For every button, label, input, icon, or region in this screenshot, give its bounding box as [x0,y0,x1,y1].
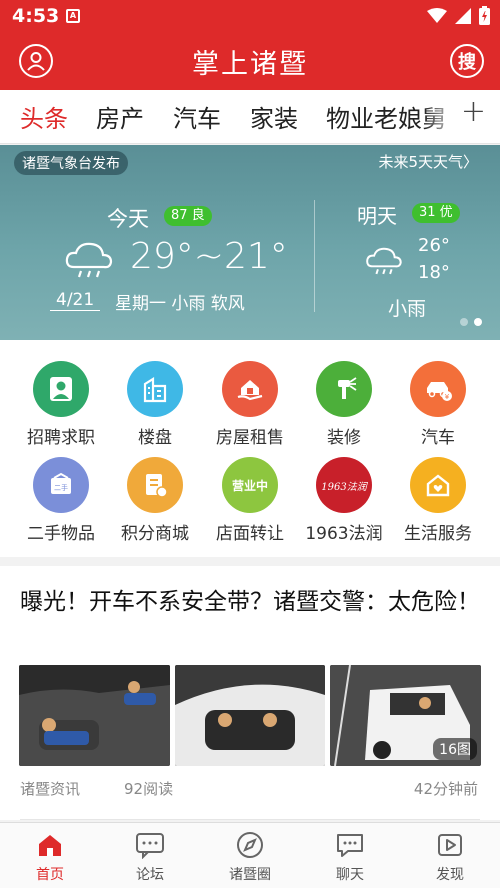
building-icon [127,361,183,417]
nav-label: 聊天 [336,867,364,883]
app-title: 掌上诸暨 [192,49,308,80]
signal-icon [455,7,471,24]
person-badge-icon [33,361,89,417]
app-bar: 掌上诸暨 搜 [0,32,500,90]
home-icon [10,829,90,861]
five-day-forecast-link[interactable]: 未来5天天气〉 [378,151,478,172]
service-store-transfer[interactable]: 营业中 店面转让 [202,457,298,544]
svg-text:二手: 二手 [54,483,68,492]
home-heart-icon [410,457,466,513]
house-hand-icon [222,361,278,417]
tomorrow-low-temp: 18° [418,262,450,283]
chat-icon [310,829,390,861]
play-discover-icon [410,829,490,861]
service-label: 1963法润 [305,524,383,544]
tomorrow-aqi-badge: 31 优 [412,203,460,223]
nav-discover[interactable]: 发现 [410,829,490,884]
service-label: 生活服务 [404,524,472,544]
battery-icon [479,6,490,25]
tomorrow-high-temp: 26° [418,235,450,256]
nav-label: 首页 [36,867,64,883]
falun-logo-icon: 1963法润 [316,457,372,513]
today-aqi-badge: 87 良 [164,206,212,226]
points-mall-icon [127,457,183,513]
tab-fade [424,90,460,143]
today-description: 星期一 小雨 软风 [115,294,245,314]
service-properties[interactable]: 楼盘 [107,361,203,448]
service-secondhand[interactable]: 二手 二手物品 [13,457,109,544]
today-temperature: 29°~21° [130,236,288,277]
service-label: 积分商城 [121,524,189,544]
nav-chat[interactable]: 聊天 [310,829,390,884]
secondhand-box-icon: 二手 [33,457,89,513]
tab-home-decor[interactable]: 家装 [250,99,298,134]
nav-forum[interactable]: 论坛 [110,829,190,884]
tab-real-estate[interactable]: 房产 [96,99,144,134]
car-icon: ¥ [410,361,466,417]
carousel-dot [460,318,468,326]
add-tab-button[interactable]: + [461,94,486,129]
today-date: 4/21 [50,290,101,311]
rain-cloud-icon [65,242,113,278]
nav-label: 发现 [436,867,464,883]
tomorrow-description: 小雨 [388,298,427,320]
status-icons [427,6,490,25]
weather-source-badge: 诸暨气象台发布 [14,151,128,175]
service-cars[interactable]: ¥ 汽车 [390,361,486,448]
divider [20,819,480,820]
today-label: 今天 [107,207,149,231]
weather-banner[interactable]: 诸暨气象台发布 未来5天天气〉 今天 87 良 29°~21° 4/21 星期一… [0,145,500,340]
service-1963-law[interactable]: 1963法润 1963法润 [296,457,392,544]
search-icon: 搜 [458,52,476,73]
app-notification-icon: A [66,9,80,23]
service-label: 二手物品 [27,524,95,544]
nav-label: 诸暨圈 [229,867,271,883]
tab-headlines[interactable]: 头条 [20,99,68,134]
service-label: 店面转让 [216,524,284,544]
wifi-icon [427,7,447,23]
nav-home[interactable]: 首页 [10,829,90,884]
service-label: 楼盘 [138,428,172,448]
store-open-icon: 营业中 [222,457,278,513]
nav-zhuji-circle[interactable]: 诸暨圈 [210,829,290,884]
service-label: 汽车 [421,428,455,448]
article-image-1[interactable] [19,665,170,766]
article-title[interactable]: 曝光！开车不系安全带？诸暨交警：太危险！ [20,580,480,624]
category-tabs: 头条 房产 汽车 家装 物业老娘舅 + [0,90,500,144]
service-label: 装修 [327,428,361,448]
nav-label: 论坛 [136,867,164,883]
article-image-2[interactable] [175,665,325,766]
services-grid: 招聘求职 楼盘 房屋租售 装修 ¥ 汽车 二手 二手物品 积分商城 营业中 店面… [0,340,500,557]
image-count-badge: 16图 [433,738,477,760]
article-source: 诸暨资讯 [20,780,81,798]
tab-cars[interactable]: 汽车 [173,99,221,134]
service-recruitment[interactable]: 招聘求职 [13,361,109,448]
service-life-services[interactable]: 生活服务 [390,457,486,544]
news-article-card[interactable]: 曝光！开车不系安全带？诸暨交警：太危险！ 16图 诸暨资讯 92阅读 42分钟前 [0,566,500,820]
service-house-rental[interactable]: 房屋租售 [202,361,298,448]
tomorrow-label: 明天 [357,204,397,228]
service-label: 房屋租售 [216,428,284,448]
article-read-count: 92阅读 [124,780,174,798]
carousel-dot-active [474,318,482,326]
weather-divider [314,200,315,312]
article-timestamp: 42分钟前 [413,780,478,798]
status-time: 4:53 [12,5,60,27]
article-image-3[interactable]: 16图 [330,665,481,766]
compass-icon [210,829,290,861]
rain-cloud-small-icon [366,247,402,275]
service-label: 招聘求职 [27,428,95,448]
carousel-dots [460,318,482,326]
paint-spray-icon [316,361,372,417]
service-decoration[interactable]: 装修 [296,361,392,448]
service-points-mall[interactable]: 积分商城 [107,457,203,544]
status-bar: 4:53 A [0,0,500,32]
bottom-navigation: 首页 论坛 诸暨圈 聊天 发现 [0,822,500,888]
svg-text:¥: ¥ [445,393,450,401]
chevron-right-icon: 〉 [462,153,478,171]
search-button[interactable]: 搜 [450,44,484,78]
forum-icon [110,829,190,861]
